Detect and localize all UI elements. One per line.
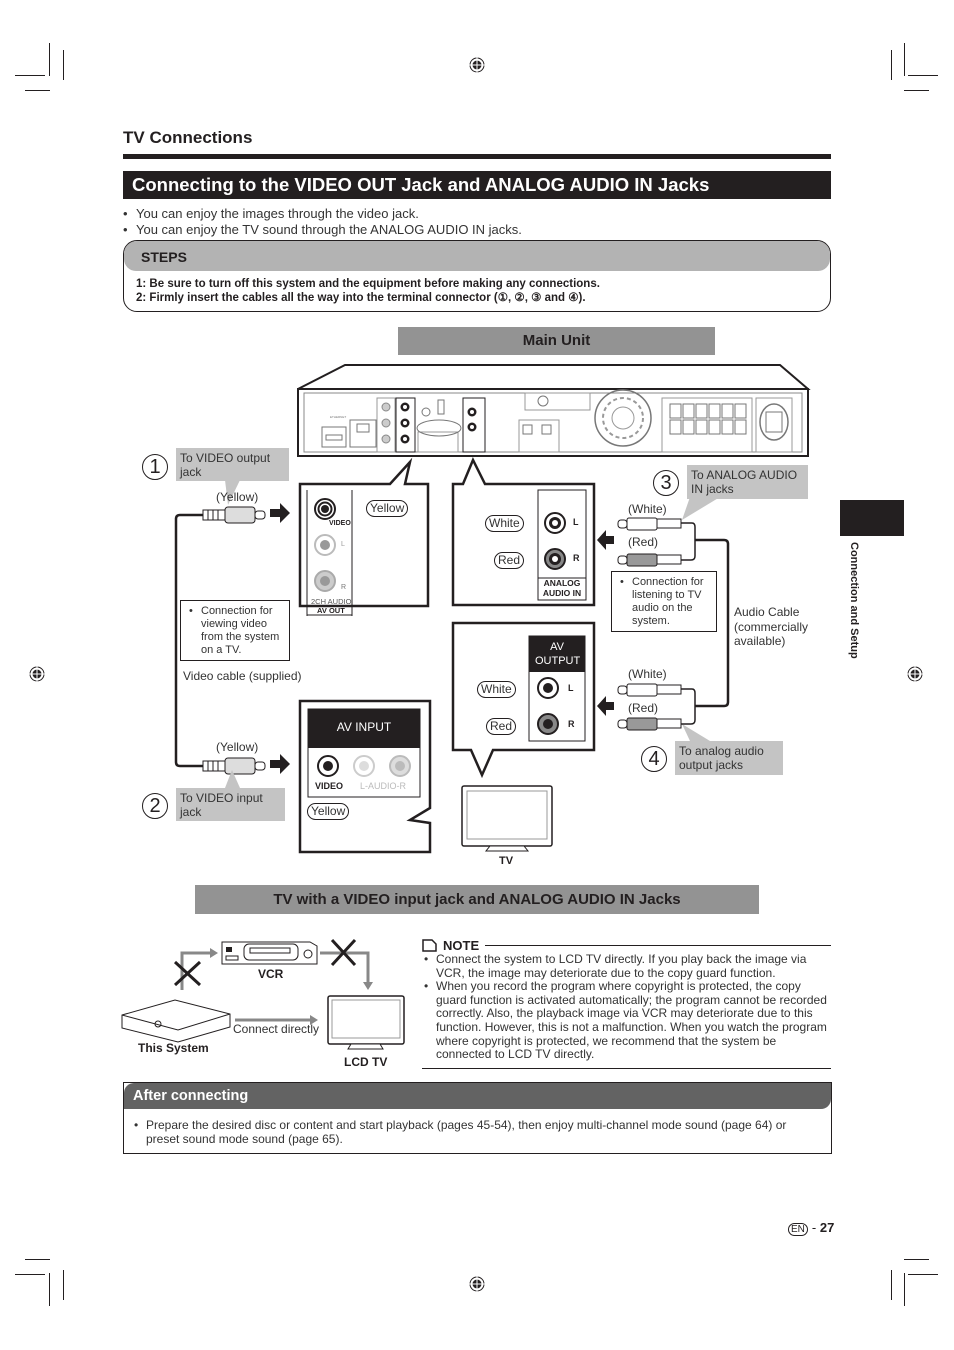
step-number-1: 1	[142, 454, 168, 480]
crop-mark	[904, 1259, 929, 1260]
yellow-pill: Yellow	[307, 803, 350, 820]
after-connecting-text: Prepare the desired disc or content and …	[124, 1109, 831, 1146]
note-title: NOTE	[443, 938, 480, 953]
arrow-right-icon	[270, 503, 290, 523]
jack-label-l: L	[341, 541, 345, 548]
red-pill: Red	[486, 718, 517, 735]
audio-connection-note: Connection for listening to TV audio on …	[611, 571, 717, 632]
arrow-right-icon	[270, 754, 290, 774]
jack-label-l: L	[568, 683, 574, 693]
crop-mark	[908, 1274, 938, 1275]
video-plug-bottom	[202, 757, 266, 775]
registration-mark-icon	[469, 1276, 485, 1292]
jack-label-video: VIDEO	[329, 520, 351, 527]
av-output-title: AV OUTPUT	[535, 641, 581, 667]
cable-color-label: (Red)	[628, 701, 659, 715]
crop-mark	[63, 1270, 64, 1300]
jack-label-r: R	[341, 584, 347, 591]
crop-mark	[25, 1259, 50, 1260]
note-icon	[422, 939, 437, 952]
callout-video-output: To VIDEO output jack	[176, 448, 289, 481]
language-badge: EN	[788, 1223, 808, 1236]
jack-label-video: VIDEO	[315, 781, 344, 791]
page-number-value: 27	[819, 1220, 835, 1235]
crop-mark	[891, 1270, 892, 1300]
white-pill: White	[477, 681, 516, 698]
av-out-callout-box	[298, 457, 430, 616]
arrow-left-icon	[597, 696, 614, 716]
connection-diagram: ETHERNET	[174, 364, 811, 854]
step-number-4: 4	[641, 746, 667, 772]
callout-analog-audio-output: To analog audio output jacks	[675, 741, 783, 775]
note-item: When you record the program where copyri…	[422, 979, 831, 1062]
this-system-icon	[121, 999, 231, 1043]
step-number-2: 2	[142, 793, 168, 819]
jack-label-l: L	[573, 517, 579, 527]
jack-label-r: R	[568, 719, 575, 729]
callout-analog-audio-in: To ANALOG AUDIO IN jacks	[687, 465, 808, 499]
after-connecting-title: After connecting	[124, 1083, 831, 1109]
svg-text:ETHERNET: ETHERNET	[330, 415, 346, 419]
crop-mark	[904, 1273, 905, 1306]
av-out-title: AV OUT	[317, 606, 345, 615]
chapter-tab-label: Connection and Setup	[848, 542, 860, 659]
audio-cable-label: Audio Cable (commercially available)	[734, 605, 809, 648]
connect-directly-label: Connect directly	[233, 1022, 320, 1036]
cable-color-label: (Red)	[628, 535, 659, 549]
this-system-label: This System	[138, 1041, 209, 1055]
cable-color-label: (White)	[628, 667, 667, 681]
video-connection-note: Connection for viewing video from the sy…	[180, 600, 290, 661]
x-mark-icon	[173, 960, 202, 987]
yellow-pill: Yellow	[366, 500, 409, 517]
note-item: Connect the system to LCD TV directly. I…	[422, 952, 831, 980]
video-plug-top	[202, 506, 266, 524]
jack-label-r: R	[573, 553, 580, 563]
tv-label: TV	[499, 855, 514, 867]
jack-label-audio: L-AUDIO-R	[360, 781, 407, 791]
jack-label-2ch-audio: 2CH AUDIO	[311, 597, 352, 606]
chapter-tab	[840, 500, 904, 536]
vcr-section-title: TV with a VIDEO input jack and ANALOG AU…	[195, 885, 759, 914]
note-list: Connect the system to LCD TV directly. I…	[422, 952, 831, 1069]
page-number: EN - 27	[788, 1220, 834, 1236]
vcr-icon	[221, 941, 318, 965]
cable-color-label: (Yellow)	[216, 740, 259, 754]
lcd-tv-icon	[327, 995, 405, 1050]
cable-color-label: (Yellow)	[216, 490, 259, 504]
crop-mark	[49, 1273, 50, 1306]
vcr-label: VCR	[258, 967, 284, 981]
after-connecting-box: After connecting Prepare the desired dis…	[123, 1082, 832, 1154]
cable-color-label: (White)	[628, 502, 667, 516]
tv-icon	[461, 785, 553, 852]
white-pill: White	[485, 515, 524, 532]
red-pill: Red	[494, 552, 525, 569]
analog-audio-in-title: ANALOG AUDIO IN	[542, 578, 582, 598]
video-cable-label: Video cable (supplied)	[183, 669, 302, 683]
callout-video-input: To VIDEO input jack	[176, 788, 285, 821]
av-input-title: AV INPUT	[336, 720, 392, 734]
crop-mark	[15, 1274, 45, 1275]
lcd-tv-label: LCD TV	[344, 1055, 388, 1069]
step-number-3: 3	[653, 470, 679, 496]
arrow-left-icon	[597, 530, 614, 550]
note-header: NOTE	[422, 938, 831, 953]
main-unit-rear-panel-icon: ETHERNET	[297, 364, 811, 457]
